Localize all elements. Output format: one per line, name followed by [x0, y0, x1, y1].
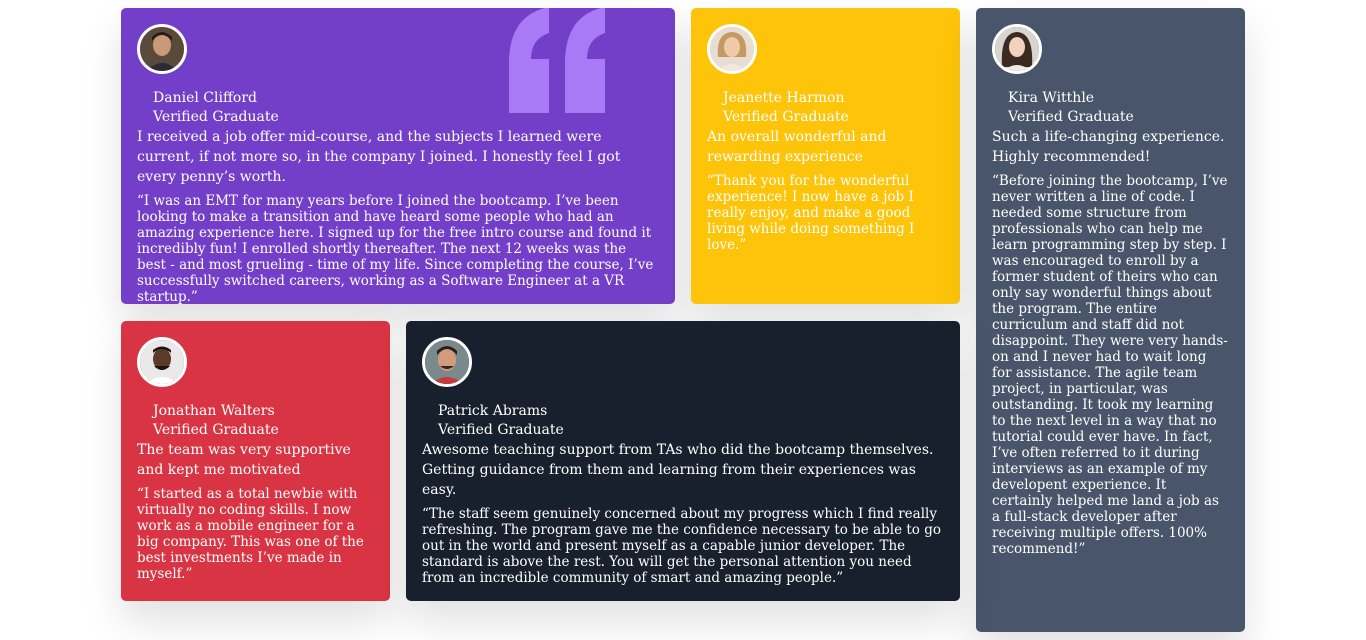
testimonial-card-daniel: Daniel Clifford Verified Graduate I rece… — [121, 8, 675, 304]
testimonial-headline: I received a job offer mid-course, and t… — [137, 129, 621, 185]
avatar — [137, 337, 187, 387]
testimonial-quote: “I was an EMT for many years before I jo… — [137, 193, 654, 304]
testimonial-headline: Such a life-changing experience. Highly … — [992, 129, 1225, 165]
person-name: Jonathan Walters — [153, 403, 275, 419]
testimonial-quote: “Before joining the bootcamp, I’ve never… — [992, 173, 1228, 557]
person-info: Jeanette Harmon Verified Graduate — [723, 89, 944, 127]
person-role: Verified Graduate — [723, 109, 849, 125]
person-info: Patrick Abrams Verified Graduate — [438, 402, 944, 440]
person-role: Verified Graduate — [1008, 109, 1134, 125]
testimonial-card-patrick: Patrick Abrams Verified Graduate Awesome… — [406, 321, 960, 601]
testimonial-headline: The team was very supportive and kept me… — [137, 442, 351, 478]
avatar — [137, 24, 187, 74]
avatar — [422, 337, 472, 387]
person-name: Kira Witthle — [1008, 90, 1095, 106]
avatar — [992, 24, 1042, 74]
testimonial-headline: Awesome teaching support from TAs who di… — [422, 442, 934, 498]
testimonial-quote: “The staff seem genuinely concerned abou… — [422, 506, 941, 586]
person-name: Jeanette Harmon — [723, 90, 845, 106]
person-info: Jonathan Walters Verified Graduate — [153, 402, 374, 440]
person-info: Kira Witthle Verified Graduate — [1008, 89, 1229, 127]
avatar — [707, 24, 757, 74]
testimonial-headline: An overall wonderful and rewarding exper… — [707, 129, 887, 165]
testimonial-card-kira: Kira Witthle Verified Graduate Such a li… — [976, 8, 1245, 632]
testimonial-card-jonathan: Jonathan Walters Verified Graduate The t… — [121, 321, 390, 601]
testimonial-card-jeanette: Jeanette Harmon Verified Graduate An ove… — [691, 8, 960, 304]
quotation-mark-icon — [509, 8, 605, 113]
person-role: Verified Graduate — [438, 422, 564, 438]
person-role: Verified Graduate — [153, 422, 279, 438]
testimonial-quote: “Thank you for the wonderful experience!… — [707, 173, 915, 253]
testimonial-quote: “I started as a total newbie with virtua… — [137, 486, 364, 582]
person-name: Patrick Abrams — [438, 403, 548, 419]
